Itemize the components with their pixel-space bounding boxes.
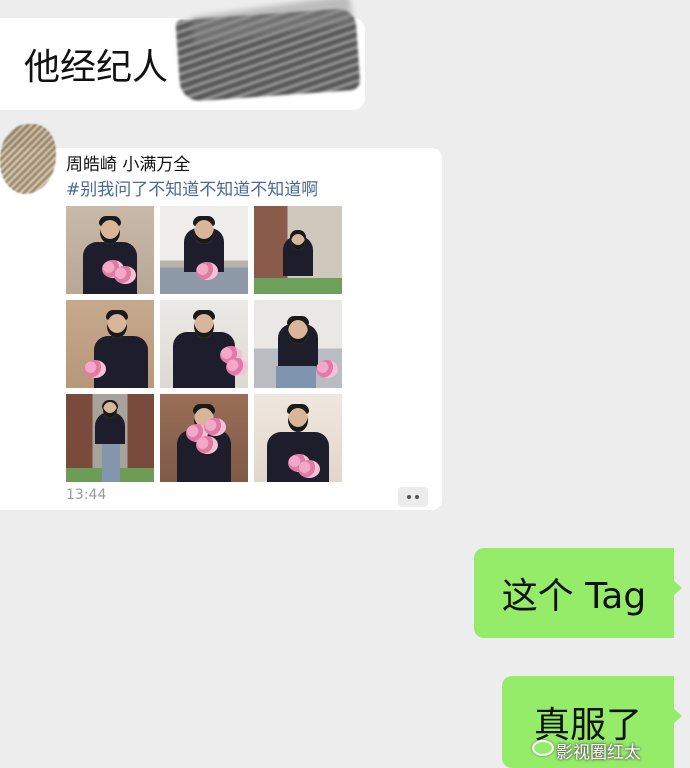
photo-thumbnail[interactable] bbox=[66, 206, 154, 294]
outgoing-message-text: 这个 Tag bbox=[501, 576, 647, 617]
photo-thumbnail[interactable] bbox=[160, 206, 248, 294]
photo-grid bbox=[66, 206, 342, 482]
photo-thumbnail[interactable] bbox=[160, 300, 248, 388]
incoming-message-text: 他经纪人 bbox=[24, 47, 169, 88]
weibo-watermark-icon bbox=[532, 740, 554, 756]
message-timestamp: 13:44 bbox=[66, 487, 107, 503]
photo-thumbnail[interactable] bbox=[254, 300, 342, 388]
photo-thumbnail[interactable] bbox=[160, 394, 248, 482]
more-options-icon[interactable] bbox=[398, 487, 428, 507]
photo-thumbnail[interactable] bbox=[254, 394, 342, 482]
post-author-title: 周皓崎 小满万全 bbox=[66, 155, 191, 175]
chat-window: 他经纪人 周皓崎 小满万全 #别我问了不知道不知道不知道啊 13:44 这个 T… bbox=[0, 0, 690, 768]
photo-thumbnail[interactable] bbox=[66, 300, 154, 388]
photo-thumbnail[interactable] bbox=[254, 206, 342, 294]
outgoing-message-bubble[interactable]: 这个 Tag bbox=[474, 548, 682, 638]
photo-thumbnail[interactable] bbox=[66, 394, 154, 482]
post-hashtag[interactable]: #别我问了不知道不知道不知道啊 bbox=[66, 175, 318, 200]
watermark-text: 影视圈红太 bbox=[556, 743, 641, 763]
